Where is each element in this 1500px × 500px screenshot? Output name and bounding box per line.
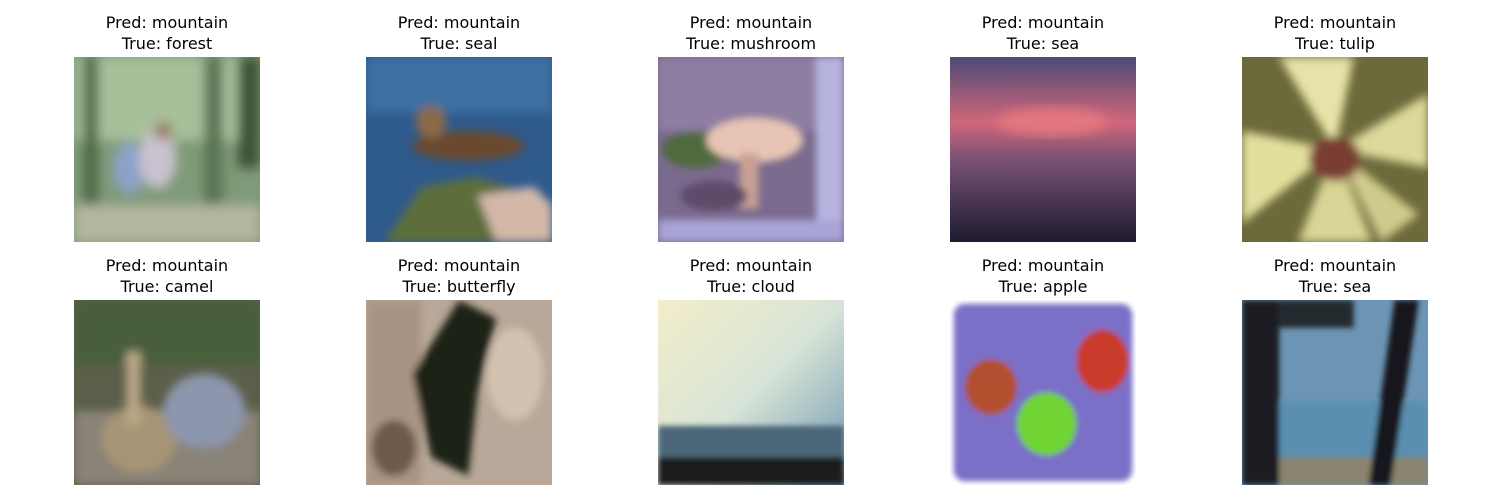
cell-title: Pred: mountain True: camel — [34, 255, 300, 297]
thumbnail-image — [1242, 57, 1428, 242]
cell-title: Pred: mountain True: seal — [326, 12, 592, 54]
true-label: True: apple — [998, 277, 1088, 296]
thumbnail-image — [74, 300, 260, 485]
pred-label: Pred: mountain — [981, 256, 1105, 275]
cell-title: Pred: mountain True: forest — [34, 12, 300, 54]
pred-label: Pred: mountain — [1273, 256, 1397, 275]
cell-title: Pred: mountain True: sea — [1202, 255, 1468, 297]
true-label: True: seal — [420, 34, 498, 53]
pred-label: Pred: mountain — [689, 13, 813, 32]
true-label: True: cloud — [707, 277, 795, 296]
cell-title: Pred: mountain True: apple — [910, 255, 1176, 297]
thumbnail-image — [74, 57, 260, 242]
thumbnail-image — [658, 57, 844, 242]
true-label: True: sea — [1006, 34, 1080, 53]
pred-label: Pred: mountain — [105, 256, 229, 275]
true-label: True: mushroom — [685, 34, 817, 53]
pred-label: Pred: mountain — [105, 13, 229, 32]
pred-label: Pred: mountain — [689, 256, 813, 275]
cell-title: Pred: mountain True: sea — [910, 12, 1176, 54]
true-label: True: butterfly — [402, 277, 516, 296]
cell-title: Pred: mountain True: butterfly — [326, 255, 592, 297]
pred-label: Pred: mountain — [397, 256, 521, 275]
pred-label: Pred: mountain — [981, 13, 1105, 32]
thumbnail-image — [1242, 300, 1428, 485]
thumbnail-image — [950, 300, 1136, 485]
true-label: True: tulip — [1295, 34, 1375, 53]
thumbnail-image — [658, 300, 844, 485]
true-label: True: sea — [1298, 277, 1372, 296]
pred-label: Pred: mountain — [1273, 13, 1397, 32]
cell-title: Pred: mountain True: tulip — [1202, 12, 1468, 54]
thumbnail-image — [366, 57, 552, 242]
true-label: True: camel — [120, 277, 214, 296]
cell-title: Pred: mountain True: cloud — [618, 255, 884, 297]
pred-label: Pred: mountain — [397, 13, 521, 32]
cell-title: Pred: mountain True: mushroom — [618, 12, 884, 54]
thumbnail-image — [950, 57, 1136, 242]
thumbnail-image — [366, 300, 552, 485]
true-label: True: forest — [121, 34, 213, 53]
